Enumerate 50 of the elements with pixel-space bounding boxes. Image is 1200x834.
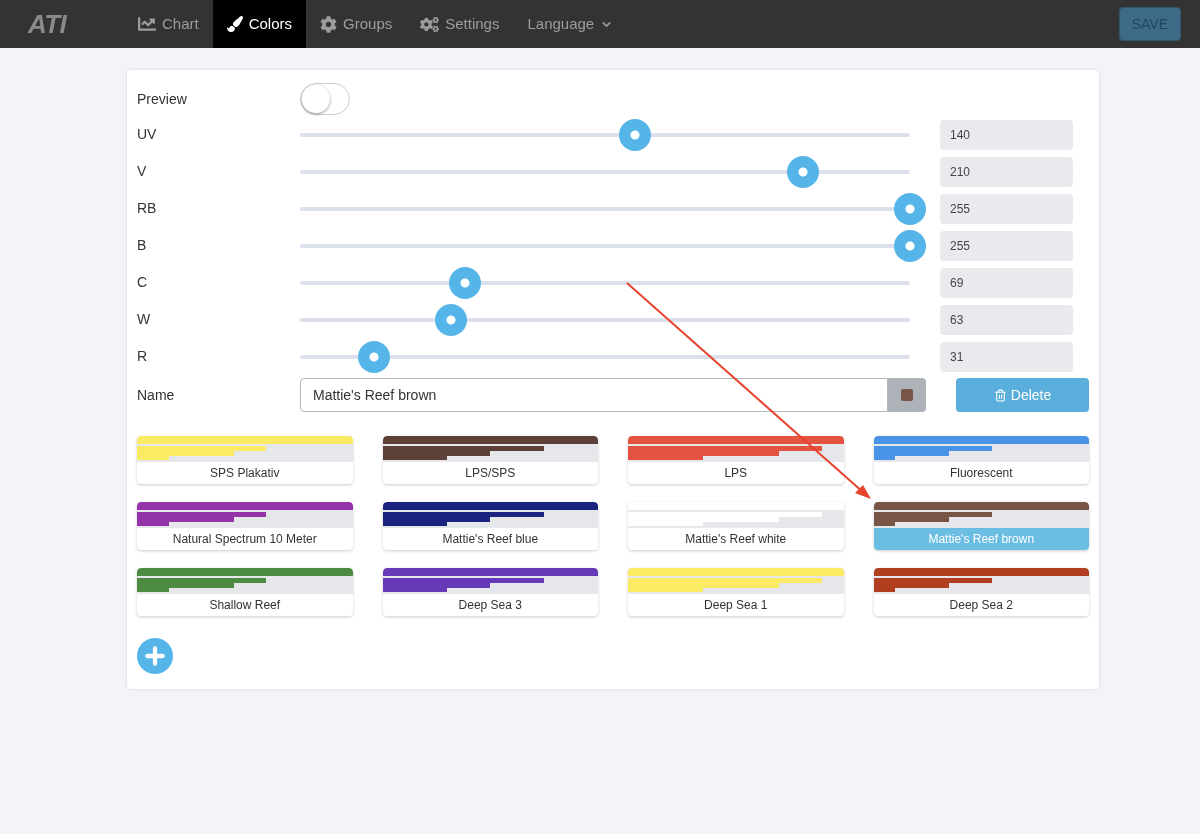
channel-label: C <box>137 273 149 292</box>
slider-thumb[interactable] <box>894 229 926 262</box>
slider-thumb[interactable] <box>358 340 391 373</box>
nav-tab[interactable]: Colors <box>212 0 307 48</box>
preset-card[interactable]: Deep Sea 1 <box>628 568 844 616</box>
trash-icon <box>993 388 1007 402</box>
line-chart-icon <box>138 15 156 33</box>
preset-card[interactable]: Mattie's Reef blue <box>382 502 598 550</box>
slider-thumb[interactable] <box>434 303 467 336</box>
slider-thumb[interactable] <box>894 192 926 225</box>
name-label: Name <box>137 385 176 405</box>
color-picker-button[interactable] <box>888 378 926 412</box>
channel-label: RB <box>137 199 158 218</box>
preset-card[interactable]: SPS Plakativ <box>137 436 353 484</box>
channel-label: R <box>137 347 149 366</box>
value-field[interactable]: 69 <box>940 267 1073 298</box>
channel-label: W <box>137 310 152 329</box>
channel-label: B <box>137 236 148 255</box>
name-input-field[interactable]: Mattie's Reef brown <box>300 378 888 412</box>
preset-card[interactable]: LPS/SPS <box>382 436 598 484</box>
value-field[interactable]: 255 <box>940 230 1073 261</box>
value-field[interactable]: 31 <box>940 341 1073 372</box>
preset-card[interactable]: Shallow Reef <box>137 568 353 616</box>
preset-card[interactable]: Natural Spectrum 10 Meter <box>137 502 353 550</box>
preset-card[interactable]: Deep Sea 2 <box>873 568 1089 616</box>
channel-label: UV <box>137 125 158 144</box>
preset-card[interactable]: Deep Sea 3 <box>382 568 598 616</box>
gear-icon <box>320 15 338 33</box>
paintbrush-icon <box>226 16 243 32</box>
nav-tab[interactable]: Language <box>513 0 628 48</box>
plus-icon <box>142 643 168 669</box>
channel-label: V <box>137 162 148 181</box>
preset-card[interactable]: LPS <box>628 436 844 484</box>
value-field[interactable]: 63 <box>940 304 1073 335</box>
slider-thumb[interactable] <box>618 118 651 151</box>
nav-tab[interactable]: Settings <box>406 0 514 48</box>
preset-card[interactable]: Fluorescent <box>873 436 1089 484</box>
preview-toggle[interactable] <box>300 83 350 115</box>
slider-thumb[interactable] <box>449 266 482 299</box>
add-button[interactable] <box>137 638 173 674</box>
logo: ATI <box>26 7 68 41</box>
value-field[interactable]: 140 <box>940 119 1073 150</box>
nav-tab[interactable]: Chart <box>124 0 213 48</box>
gears-icon <box>420 14 440 34</box>
preset-card[interactable]: Mattie's Reef white <box>628 502 844 550</box>
preview-label: Preview <box>137 89 188 109</box>
nav-tab[interactable]: Groups <box>306 0 407 48</box>
value-field[interactable]: 210 <box>940 156 1073 187</box>
slider-thumb[interactable] <box>786 155 819 188</box>
value-field[interactable]: 255 <box>940 193 1073 224</box>
